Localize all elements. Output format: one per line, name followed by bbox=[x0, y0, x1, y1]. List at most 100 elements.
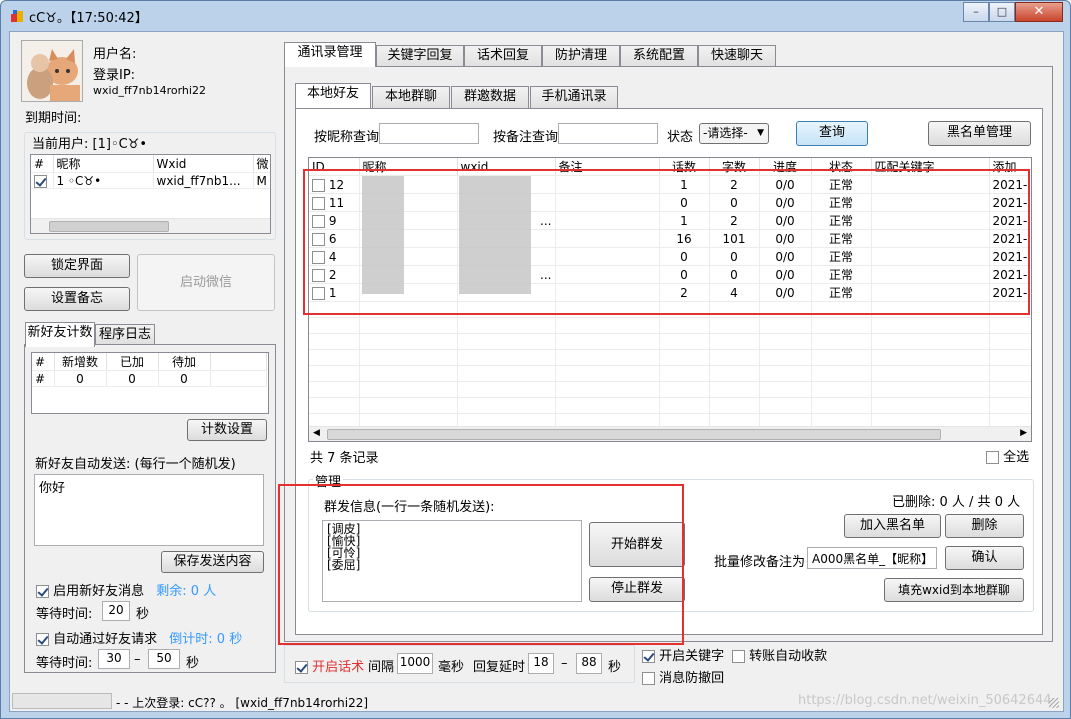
anti-recall-checkbox[interactable] bbox=[642, 672, 655, 685]
count-settings-button[interactable]: 计数设置 bbox=[187, 419, 267, 441]
row-checkbox[interactable] bbox=[312, 232, 325, 246]
batch-remark-input[interactable]: A000黑名单_【昵称】 bbox=[807, 547, 937, 569]
tab-group-invite[interactable]: 群邀数据 bbox=[451, 86, 529, 108]
tab-local-groups[interactable]: 本地群聊 bbox=[372, 86, 450, 108]
table-row[interactable]: 9... 1 2 0/0 正常 2021- bbox=[309, 211, 1031, 230]
col-talks[interactable]: 话数 bbox=[659, 158, 710, 176]
start-wechat-button[interactable]: 启动微信 bbox=[137, 254, 275, 311]
table-row[interactable]: 2... 0 0 0/0 正常 2021- bbox=[309, 265, 1031, 284]
tab-quick-chat[interactable]: 快速聊天 bbox=[698, 45, 776, 67]
tab-program-log[interactable]: 程序日志 bbox=[95, 324, 155, 344]
row-checkbox[interactable] bbox=[312, 178, 325, 192]
status-select[interactable]: -请选择- ▼ bbox=[699, 123, 769, 144]
friends-table-hscrollbar[interactable]: ◀ ▶ bbox=[309, 426, 1031, 441]
start-bulk-button[interactable]: 开始群发 bbox=[589, 522, 685, 567]
add-blacklist-button[interactable]: 加入黑名单 bbox=[844, 514, 941, 538]
count-table[interactable]: # 新增数 已加 待加 # 0 0 0 bbox=[31, 352, 269, 414]
table-row[interactable]: # 0 0 0 bbox=[32, 370, 267, 387]
table-row[interactable]: 12 1 2 0/0 正常 2021- bbox=[309, 175, 1031, 194]
auto-send-textarea[interactable]: 你好 bbox=[34, 474, 264, 546]
select-all[interactable]: 全选 bbox=[986, 446, 1029, 465]
col-num[interactable]: # bbox=[31, 155, 54, 173]
close-button[interactable]: ✕ bbox=[1015, 2, 1063, 22]
user-table[interactable]: # 昵称 Wxid 微 1 ◦C♉• wxid_ff7nb1... M bbox=[30, 154, 271, 234]
delay-to-input[interactable]: 88 bbox=[576, 653, 602, 674]
col-wxid[interactable]: Wxid bbox=[153, 155, 254, 173]
delay-from-input[interactable]: 18 bbox=[528, 653, 554, 674]
select-all-checkbox[interactable] bbox=[986, 451, 999, 464]
script-checkbox[interactable] bbox=[295, 661, 308, 674]
scroll-thumb[interactable] bbox=[49, 221, 169, 232]
transfer-toggle[interactable]: 转账自动收款 bbox=[732, 645, 827, 664]
col-nick[interactable]: 昵称 bbox=[359, 158, 458, 176]
tab-system-config[interactable]: 系统配置 bbox=[620, 45, 698, 67]
col-chars[interactable]: 字数 bbox=[709, 158, 760, 176]
friends-table[interactable]: ID 昵称 wxid 备注 话数 字数 进度 状态 匹配关键字 添加 12 1 2 0… bbox=[308, 157, 1032, 442]
table-row[interactable]: 1 2 4 0/0 正常 2021- bbox=[309, 283, 1031, 302]
current-user-label: 当前用户: [1]◦C♉• bbox=[30, 133, 149, 152]
tab-phone-contacts[interactable]: 手机通讯录 bbox=[530, 86, 618, 108]
transfer-checkbox[interactable] bbox=[732, 650, 745, 663]
stop-bulk-button[interactable]: 停止群发 bbox=[589, 577, 685, 602]
col-nick[interactable]: 昵称 bbox=[53, 155, 154, 173]
progress-bar bbox=[12, 693, 112, 709]
user-table-hscrollbar[interactable] bbox=[31, 218, 270, 233]
enable-msg-checkbox[interactable] bbox=[36, 585, 49, 598]
wait1-input[interactable]: 20 bbox=[102, 601, 130, 621]
remark-query-input[interactable] bbox=[558, 123, 658, 144]
col-keyword[interactable]: 匹配关键字 bbox=[871, 158, 990, 176]
table-row[interactable]: 4 0 0 0/0 正常 2021- bbox=[309, 247, 1031, 266]
row-checkbox[interactable] bbox=[312, 250, 325, 264]
set-remark-button[interactable]: 设置备忘 bbox=[24, 287, 130, 311]
interval-input[interactable]: 1000 bbox=[397, 653, 433, 674]
blacklist-manage-button[interactable]: 黑名单管理 bbox=[928, 121, 1031, 146]
keyword-toggle[interactable]: 开启关键字 bbox=[642, 645, 724, 664]
delete-button[interactable]: 删除 bbox=[945, 514, 1024, 538]
tab-cleanup[interactable]: 防护清理 bbox=[542, 45, 620, 67]
tab-script-reply[interactable]: 话术回复 bbox=[464, 45, 542, 67]
tab-contacts[interactable]: 通讯录管理 bbox=[284, 42, 376, 67]
fill-wxid-button[interactable]: 填充wxid到本地群聊 bbox=[884, 578, 1024, 602]
row-checkbox[interactable] bbox=[312, 286, 325, 300]
tab-keyword-reply[interactable]: 关键字回复 bbox=[376, 45, 464, 67]
col-id[interactable]: ID bbox=[309, 158, 360, 176]
blurred-wxid bbox=[459, 176, 531, 294]
col-wxid[interactable]: wxid bbox=[457, 158, 556, 176]
wait2-to-input[interactable]: 50 bbox=[148, 649, 180, 669]
wait2-from-input[interactable]: 30 bbox=[98, 649, 130, 669]
col-remark[interactable]: 备注 bbox=[555, 158, 660, 176]
col-status[interactable]: 状态 bbox=[811, 158, 872, 176]
remark-query-label: 按备注查询 bbox=[493, 130, 559, 145]
col-extra[interactable]: 微 bbox=[253, 155, 270, 173]
client-area: 用户名: 登录IP: wxid_ff7nb14rorhi22 到期时间: 当前用… bbox=[9, 31, 1064, 712]
lock-ui-button[interactable]: 锁定界面 bbox=[24, 254, 130, 278]
tab-local-friends[interactable]: 本地好友 bbox=[295, 83, 371, 108]
auto-accept-checkbox[interactable] bbox=[36, 633, 49, 646]
minimize-button[interactable]: – bbox=[963, 2, 989, 22]
keyword-checkbox[interactable] bbox=[642, 650, 655, 663]
save-content-button[interactable]: 保存发送内容 bbox=[161, 551, 264, 573]
bulk-msg-textarea[interactable]: [调皮] [愉快] [可怜] [委屈] bbox=[322, 520, 582, 602]
tab-new-friend-count[interactable]: 新好友计数 bbox=[25, 322, 95, 347]
scroll-left-icon[interactable]: ◀ bbox=[313, 428, 320, 438]
table-row[interactable]: 1 ◦C♉• wxid_ff7nb1... M bbox=[31, 172, 270, 189]
nick-query-input[interactable] bbox=[379, 123, 479, 144]
script-toggle[interactable]: 开启话术 bbox=[295, 656, 364, 675]
table-row[interactable]: 11 0 0 0/0 正常 2021- bbox=[309, 193, 1031, 212]
confirm-button[interactable]: 确认 bbox=[945, 546, 1024, 570]
col-progress[interactable]: 进度 bbox=[759, 158, 812, 176]
window-title: cC♉︎。【17:50:42】 bbox=[29, 11, 148, 26]
anti-recall-toggle[interactable]: 消息防撤回 bbox=[642, 667, 724, 686]
row-checkbox[interactable] bbox=[312, 214, 325, 228]
query-button[interactable]: 查询 bbox=[796, 121, 868, 146]
batch-remark-label: 批量修改备注为 bbox=[714, 555, 806, 570]
scroll-thumb[interactable] bbox=[327, 429, 941, 440]
row-checkbox[interactable] bbox=[312, 196, 325, 210]
scroll-right-icon[interactable]: ▶ bbox=[1020, 428, 1027, 438]
table-row[interactable]: 6 16 101 0/0 正常 2021- bbox=[309, 229, 1031, 248]
maximize-button[interactable]: □ bbox=[989, 2, 1015, 22]
row-checkbox[interactable] bbox=[312, 268, 325, 282]
col-added[interactable]: 添加 bbox=[989, 158, 1031, 176]
row-checkbox[interactable] bbox=[34, 174, 47, 188]
resize-grip-icon[interactable] bbox=[1049, 698, 1059, 708]
